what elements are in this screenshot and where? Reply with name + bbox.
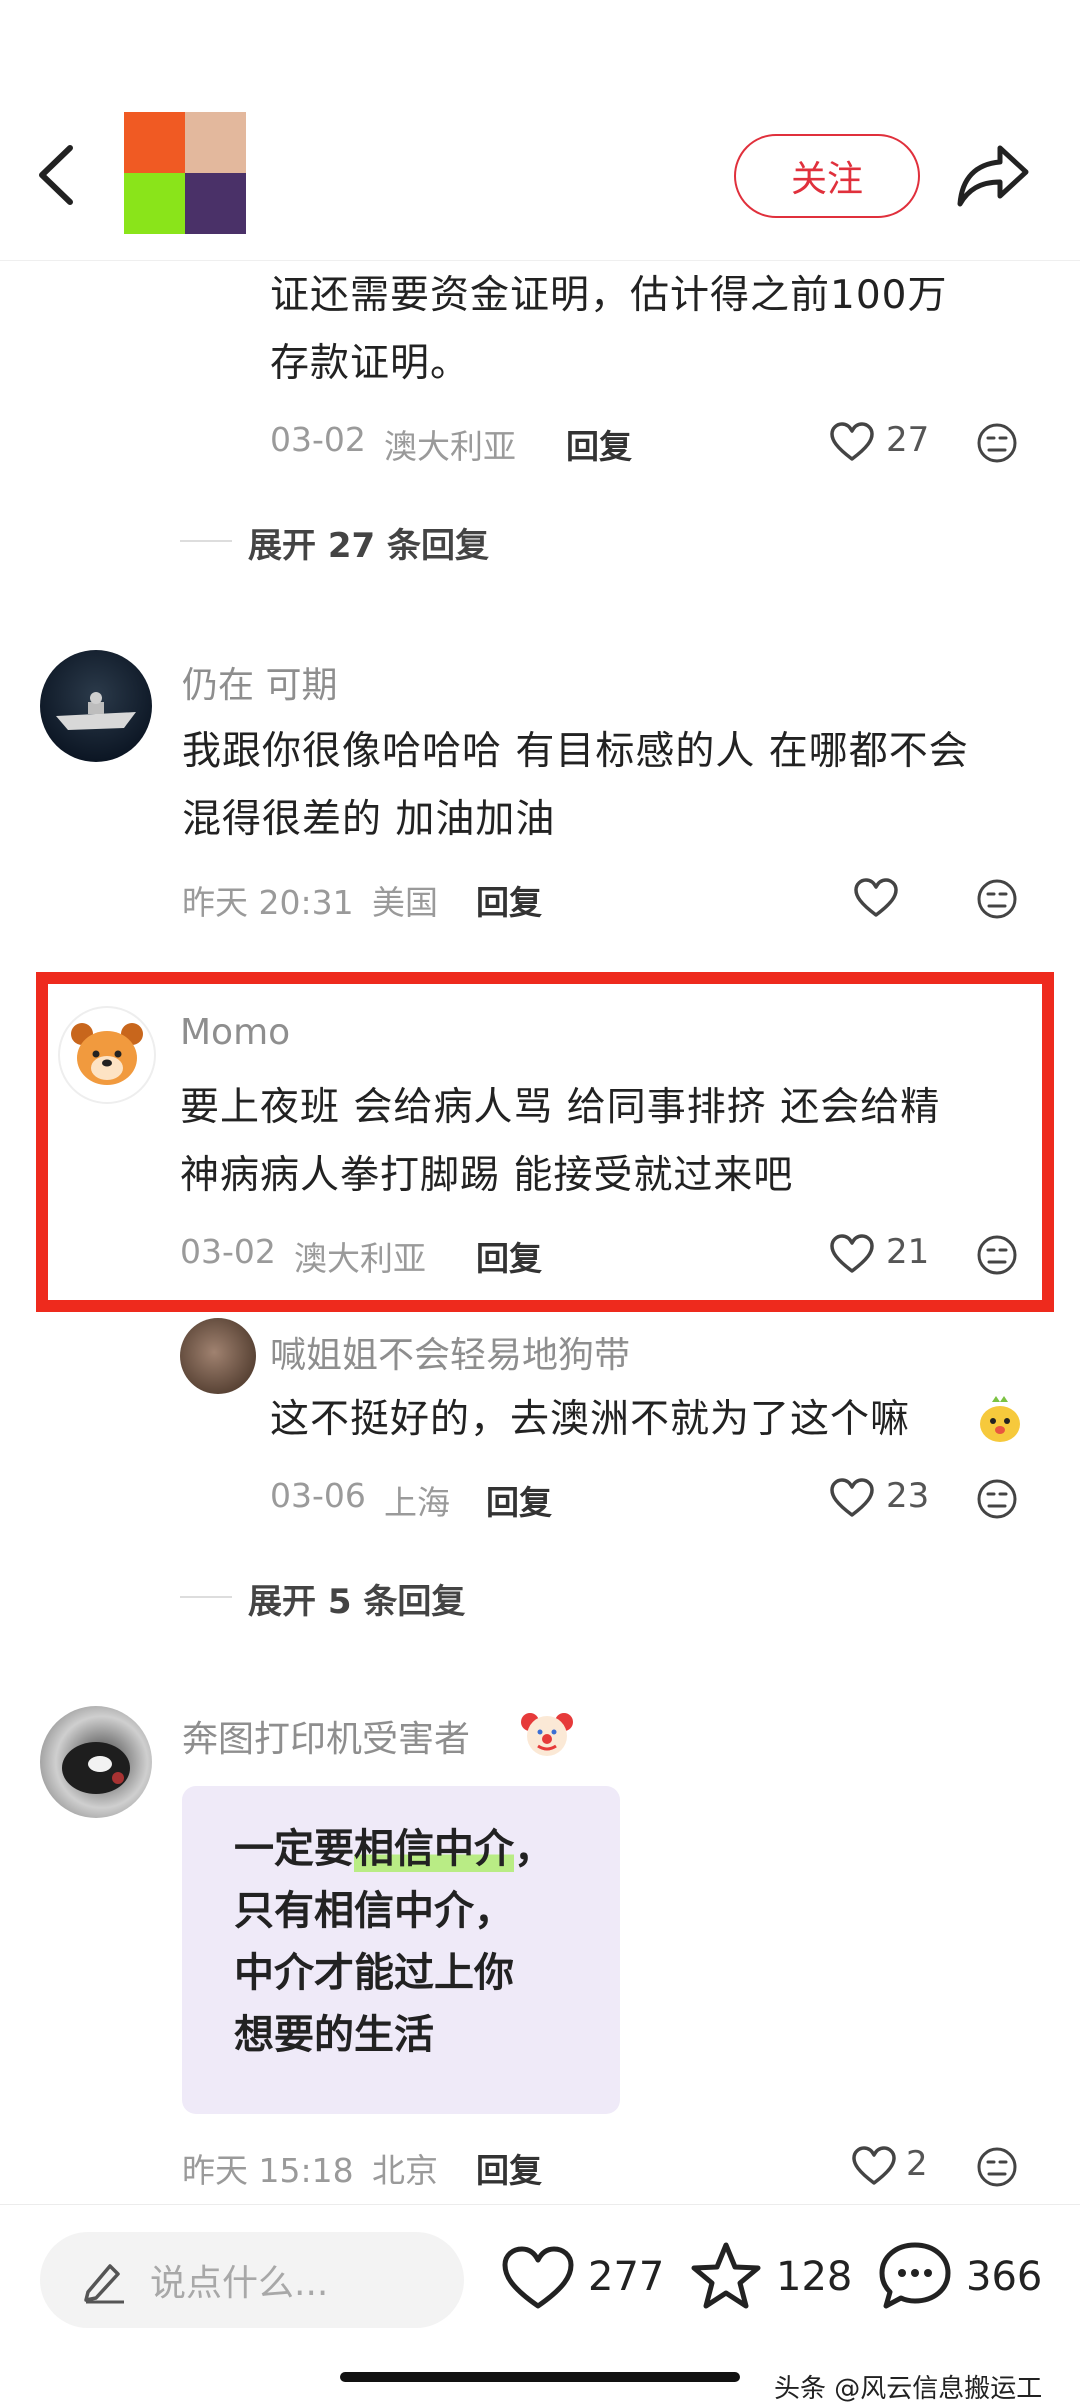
divider <box>180 540 232 542</box>
expand-replies-button[interactable]: 展开 5 条回复 <box>248 1574 465 1623</box>
comment-location: 澳大利亚 <box>294 1239 426 1278</box>
reply-button[interactable]: 回复 <box>476 1232 542 1280</box>
highlighted-phrase: 相信中介 <box>354 1826 514 1872</box>
comment-date: 03-02 <box>180 1232 276 1271</box>
like-icon[interactable] <box>830 422 874 462</box>
comment-text-line: 我跟你很像哈哈哈 有目标感的人 在哪都不会 <box>182 729 969 774</box>
like-icon[interactable] <box>852 2146 896 2186</box>
quote-line: 中介才能过上你 <box>234 1950 514 1996</box>
like-icon[interactable] <box>854 878 898 918</box>
like-icon[interactable] <box>830 1234 874 1274</box>
back-arrow-icon[interactable] <box>30 142 86 208</box>
like-count: 2 <box>906 2144 928 2184</box>
comment-date: 昨天 20:31 <box>182 883 354 922</box>
comment-text-line: 存款证明。 <box>270 341 471 386</box>
dislike-face-icon[interactable] <box>976 1234 1018 1276</box>
watermark-text: 头条 @风云信息搬运工 <box>774 2374 1043 2404</box>
like-count: 27 <box>886 420 930 460</box>
reply-button[interactable]: 回复 <box>566 420 632 468</box>
like-count: 23 <box>886 1476 930 1516</box>
quote-line: 一定要相信中介， <box>234 1826 554 1872</box>
divider <box>180 1596 232 1598</box>
like-count: 277 <box>588 2254 665 2300</box>
user-avatar[interactable] <box>180 1318 256 1394</box>
comment-count: 366 <box>966 2254 1043 2300</box>
reply-button[interactable]: 回复 <box>476 2144 542 2192</box>
quote-line: 只有相信中介， <box>234 1888 514 1934</box>
user-avatar[interactable] <box>40 650 152 762</box>
like-count: 21 <box>886 1232 930 1272</box>
dislike-face-icon[interactable] <box>976 878 1018 920</box>
clown-emoji-icon <box>521 1713 573 1756</box>
author-avatar[interactable] <box>124 112 246 234</box>
dog-face-icon <box>71 1023 143 1085</box>
username[interactable]: 仍在 可期 <box>182 656 337 708</box>
share-icon[interactable] <box>956 140 1032 210</box>
comment-location: 上海 <box>384 1483 450 1522</box>
username[interactable]: 奔图打印机受害者 <box>182 1710 470 1762</box>
dislike-face-icon[interactable] <box>976 422 1018 464</box>
reply-button[interactable]: 回复 <box>486 1476 552 1524</box>
comment-text-line: 证还需要资金证明，估计得之前100万 <box>270 273 948 318</box>
cute-emoji-icon <box>980 1396 1020 1442</box>
comment-text-line: 神病病人拳打脚踢 能接受就过来吧 <box>180 1153 794 1198</box>
star-count: 128 <box>776 2254 853 2300</box>
home-indicator <box>340 2372 740 2382</box>
quote-line: 想要的生活 <box>234 2012 434 2058</box>
dislike-face-icon[interactable] <box>976 2146 1018 2188</box>
comment-input[interactable]: 说点什么... <box>40 2232 464 2328</box>
comment-text-line: 要上夜班 会给病人骂 给同事排挤 还会给精 <box>180 1085 941 1130</box>
pencil-icon <box>84 2264 124 2304</box>
username[interactable]: Momo <box>180 1012 290 1053</box>
comment-date: 昨天 15:18 <box>182 2151 354 2190</box>
comment-date: 03-02 <box>270 420 366 459</box>
username[interactable]: 喊姐姐不会轻易地狗带 <box>270 1326 630 1378</box>
cat-image <box>62 1742 130 1794</box>
comment-location: 北京 <box>372 2151 438 2190</box>
like-icon[interactable] <box>830 1478 874 1518</box>
like-icon[interactable] <box>502 2246 574 2310</box>
input-placeholder: 说点什么... <box>150 2263 329 2304</box>
comment-bubble-icon[interactable] <box>878 2240 952 2312</box>
comment-text-line: 混得很差的 加油加油 <box>182 797 556 842</box>
reply-button[interactable]: 回复 <box>476 876 542 924</box>
star-icon[interactable] <box>690 2240 762 2312</box>
user-avatar[interactable] <box>58 1006 156 1104</box>
comment-location: 澳大利亚 <box>384 427 516 466</box>
comment-location: 美国 <box>372 883 438 922</box>
dislike-face-icon[interactable] <box>976 1478 1018 1520</box>
user-avatar[interactable] <box>40 1706 152 1818</box>
comment-date: 03-06 <box>270 1476 366 1515</box>
comment-text: 这不挺好的，去澳洲不就为了这个嘛 <box>270 1397 911 1442</box>
boat-image <box>56 692 136 730</box>
follow-button[interactable]: 关注 <box>734 134 920 218</box>
expand-replies-button[interactable]: 展开 27 条回复 <box>248 518 489 567</box>
